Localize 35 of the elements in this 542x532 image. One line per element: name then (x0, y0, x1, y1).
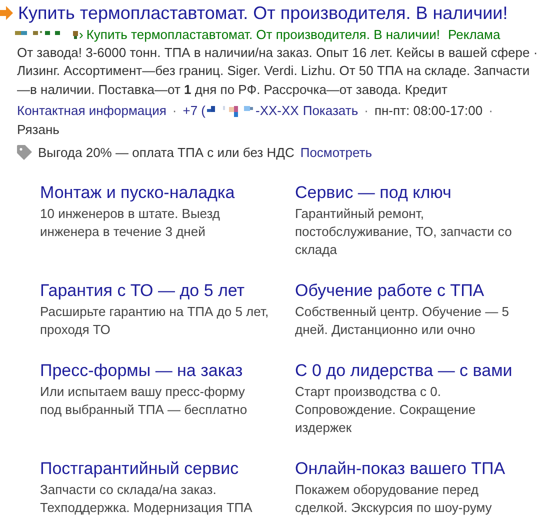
sitelink-title[interactable]: Онлайн-показ вашего ТПА (295, 458, 535, 480)
sitelink-description: Расширьте гарантию на ТПА до 5 лет, проходя ТО (40, 303, 270, 340)
ad-title-link[interactable]: Купить термопластавтомат. От производителя. В наличии! (18, 2, 508, 24)
separator-dot: · (488, 102, 493, 120)
breadcrumb-separator: › (79, 26, 84, 42)
sitelink-description: 10 инженеров в штате. Выезд инженера в течение 3 дней (40, 205, 222, 242)
sitelink-title[interactable]: Сервис — под ключ (295, 182, 535, 204)
contact-text: Рязань (17, 120, 60, 139)
arrow-icon (0, 6, 13, 20)
sitelink-description: Запчасти со склада/на заказ. Техподдержка. Модернизация ТПА (40, 481, 254, 518)
sitelink-description: Или испытаем вашу пресс-форму под выбранный ТПА — бесплатно (40, 383, 248, 420)
sitelink-title[interactable]: Постгарантийный сервис (40, 458, 295, 480)
sitelink-description: Старт производства с 0. Сопровождение. Сокращение издержек (295, 383, 477, 438)
sitelink-title[interactable]: Обучение работе с ТПА (295, 280, 535, 302)
sitelink-title[interactable]: Гарантия с ТО — до 5 лет (40, 280, 295, 302)
sitelink-title[interactable]: С 0 до лидерства — с вами (295, 360, 535, 382)
show-phone-link[interactable]: Показать (302, 102, 358, 121)
contact-info-link[interactable]: Контактная информация (17, 102, 166, 121)
contact-text: пн-пт: 08:00-17:00 (374, 102, 483, 120)
sitelink-description: Собственный центр. Обучение — 5 дней. Дистанционно или очно (295, 303, 510, 340)
breadcrumb-link[interactable]: Купить термопластавтомат. От производителя. В наличии! (86, 26, 440, 42)
sitelink-title[interactable]: Пресс-формы — на заказ (40, 360, 295, 382)
pixelated-url-drawing (15, 29, 81, 39)
separator-dot: · (364, 102, 368, 120)
phone-number: -XX-XX (256, 102, 299, 120)
separator-dot: · (172, 102, 177, 120)
promo-text: Выгода 20% — оплата ТПА с или без НДС (38, 144, 294, 160)
pixelated-digits-drawing (206, 105, 254, 118)
sitelink-title[interactable]: Монтаж и пуско-наладка (40, 182, 295, 204)
ad-label: Реклама (448, 26, 500, 42)
sitelink-description: Гарантийный ремонт, постобслуживание, ТО, запчасти со склада (295, 205, 513, 260)
promo-link[interactable]: Посмотреть (300, 144, 372, 160)
phone-prefix: +7 ( (182, 102, 206, 120)
sitelink-description: Покажем оборудование перед сделкой. Экскурсия по шоу-руму (295, 481, 493, 518)
tag-icon (17, 144, 32, 160)
